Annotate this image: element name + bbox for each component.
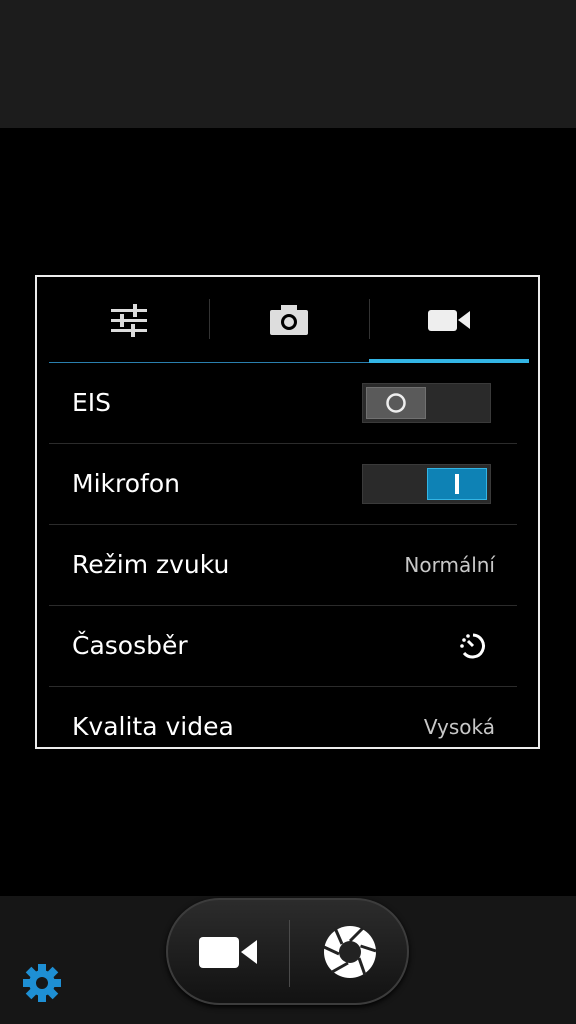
toggle-knob [366, 387, 426, 419]
record-video-button[interactable] [168, 900, 288, 1003]
setting-row-video-quality[interactable]: Kvalita videa Vysoká [49, 687, 517, 747]
setting-row-timelapse[interactable]: Časosběr [49, 606, 517, 687]
camera-icon [270, 305, 308, 335]
gear-icon [23, 964, 61, 1002]
toggle-knob [427, 468, 487, 500]
sliders-icon [111, 304, 147, 337]
setting-label: Režim zvuku [72, 550, 230, 579]
setting-value: Vysoká [423, 715, 495, 739]
settings-tabs [49, 277, 529, 363]
top-bar [0, 0, 576, 128]
tab-video-settings[interactable] [369, 277, 529, 363]
setting-row-sound-mode[interactable]: Režim zvuku Normální [49, 525, 517, 606]
setting-label: Mikrofon [72, 469, 180, 498]
tab-photo-settings[interactable] [209, 277, 369, 363]
setting-label: EIS [72, 388, 112, 417]
setting-label: Kvalita videa [72, 712, 234, 741]
tab-general-settings[interactable] [49, 277, 209, 363]
settings-panel: EIS Mikrofon Režim zvuku Normální Časosb… [35, 275, 540, 749]
shutter-icon [323, 925, 377, 978]
setting-row-eis[interactable]: EIS [49, 363, 517, 444]
off-symbol-icon [386, 393, 406, 413]
video-camera-icon [428, 310, 470, 331]
capture-controls [166, 898, 409, 1005]
settings-gear-button[interactable] [22, 963, 62, 1003]
timer-icon [460, 633, 485, 659]
settings-list: EIS Mikrofon Režim zvuku Normální Časosb… [49, 363, 517, 747]
video-camera-icon [199, 936, 257, 968]
setting-value: Normální [404, 553, 495, 577]
microphone-toggle[interactable] [362, 464, 491, 504]
shutter-button[interactable] [290, 900, 410, 1003]
setting-row-microphone[interactable]: Mikrofon [49, 444, 517, 525]
setting-label: Časosběr [72, 631, 188, 660]
on-symbol-icon [455, 474, 459, 494]
eis-toggle[interactable] [362, 383, 491, 423]
